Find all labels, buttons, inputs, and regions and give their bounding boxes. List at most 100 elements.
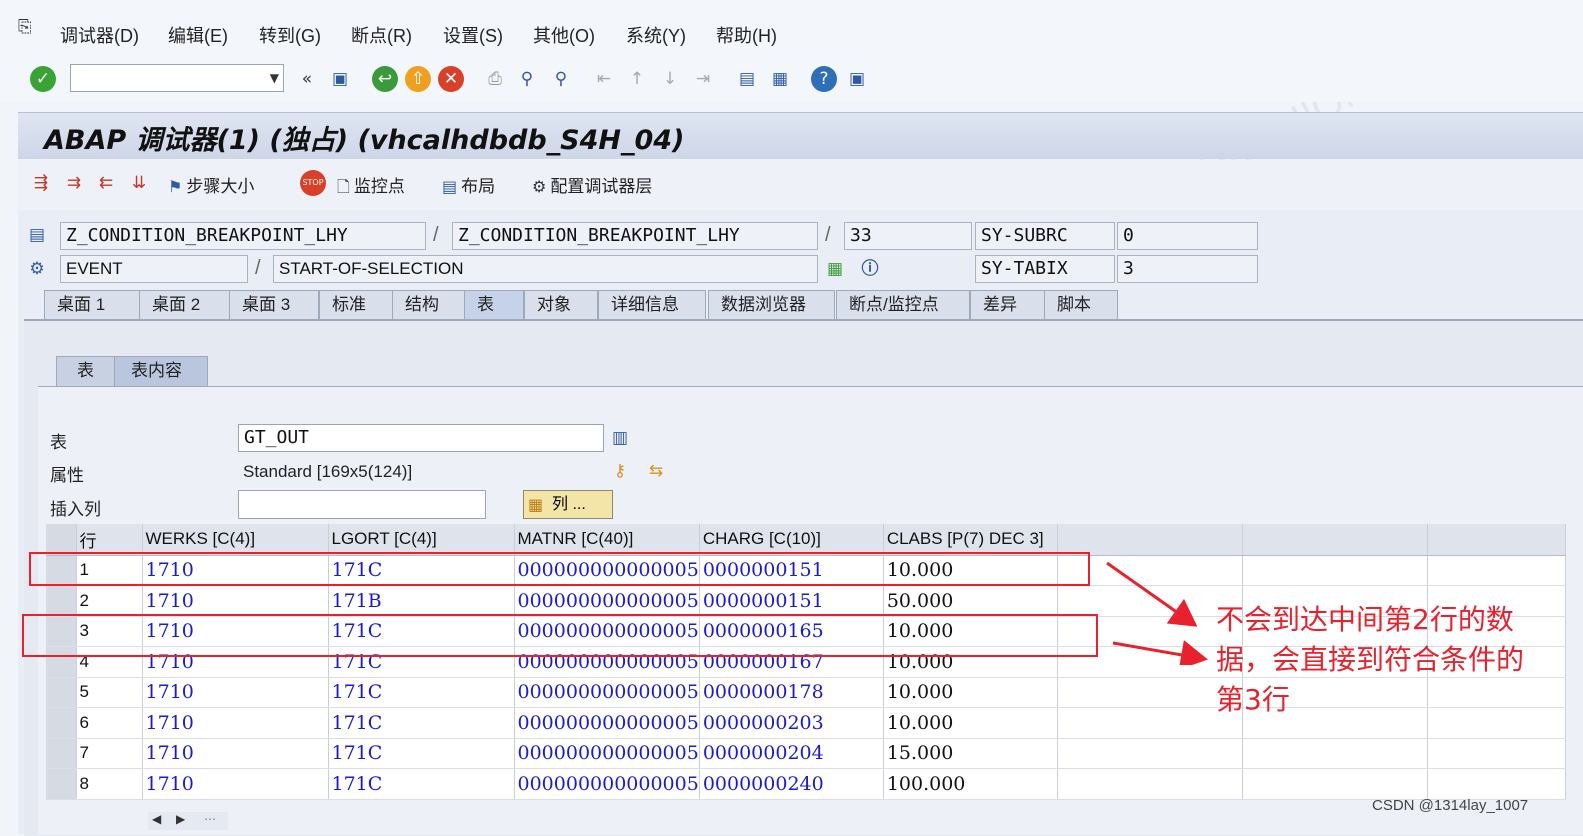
page-first-icon[interactable]: ⇤ — [591, 66, 617, 92]
tab-breakpoints[interactable]: 断点/监控点 — [836, 290, 970, 319]
subtab-table[interactable]: 表 — [56, 356, 116, 386]
menu-system[interactable]: 系统(Y) — [626, 22, 686, 48]
continue-icon[interactable]: ⇊ — [126, 170, 152, 196]
table-row[interactable]: 8 1710 171C 000000000000005 0000000240 1… — [46, 768, 1566, 800]
step-size-button[interactable]: ⚑ 步骤大小 — [168, 172, 254, 196]
scroll-right-icon[interactable]: ▶ — [176, 812, 185, 826]
cell-lgort[interactable]: 171C — [328, 768, 515, 800]
cell-clabs[interactable]: 10.000 — [883, 707, 1058, 739]
source-icon[interactable]: ▦ — [822, 256, 848, 282]
structure-icon[interactable]: ⇆ — [643, 458, 669, 484]
cell-matnr[interactable]: 000000000000005 — [514, 677, 700, 708]
page-prev-icon[interactable]: ↑ — [624, 66, 650, 92]
cell-charg[interactable]: 0000000151 — [699, 585, 884, 617]
find-icon[interactable]: ⚲ — [514, 66, 540, 92]
insert-column-input[interactable] — [238, 490, 486, 519]
menu-goto[interactable]: 转到(G) — [259, 22, 321, 48]
cell-clabs[interactable]: 15.000 — [883, 738, 1058, 769]
columns-button[interactable]: ▦ 列 ... — [523, 490, 613, 519]
find-next-icon[interactable]: ⚲ — [548, 66, 574, 92]
tab-structure[interactable]: 结构 — [392, 290, 467, 319]
row-selector[interactable] — [46, 677, 77, 708]
cell-charg[interactable]: 0000000178 — [699, 677, 884, 708]
info-icon[interactable]: ⓘ — [857, 256, 883, 282]
row-selector[interactable] — [46, 585, 77, 617]
column-header-clabs[interactable]: CLABS [P(7) DEC 3] — [883, 524, 1058, 556]
cell-charg[interactable]: 0000000203 — [699, 707, 884, 739]
tab-desktop-1[interactable]: 桌面 1 — [44, 290, 154, 319]
cell-clabs[interactable]: 50.000 — [883, 585, 1058, 617]
tab-diff[interactable]: 差异 — [970, 290, 1046, 319]
tab-data-browser[interactable]: 数据浏览器 — [708, 290, 835, 319]
menu-icon[interactable]: ⎘ — [18, 18, 38, 36]
nav-back-icon[interactable]: ↩ — [372, 66, 398, 92]
cell-matnr[interactable]: 000000000000005 — [514, 738, 700, 769]
column-header-row-number[interactable]: 行 — [76, 524, 143, 556]
cell-lgort[interactable]: 171B — [328, 585, 515, 617]
cancel-icon[interactable]: ✕ — [438, 66, 464, 92]
table-row[interactable]: 7 1710 171C 000000000000005 0000000204 1… — [46, 738, 1566, 769]
chevron-down-icon[interactable]: ▼ — [270, 71, 279, 85]
table-name-input[interactable]: GT_OUT — [238, 424, 604, 452]
shortcut-icon[interactable]: ▦ — [767, 66, 793, 92]
step-return-icon[interactable]: ⇇ — [93, 170, 119, 196]
tab-table[interactable]: 表 — [464, 290, 524, 319]
cell-matnr[interactable]: 000000000000005 — [514, 768, 700, 800]
menu-breakpoints[interactable]: 断点(R) — [351, 22, 412, 48]
cell-werks[interactable]: 1710 — [142, 738, 329, 769]
column-header-matnr[interactable]: MATNR [C(40)] — [514, 524, 700, 556]
menu-edit[interactable]: 编辑(E) — [168, 22, 228, 48]
cell-werks[interactable]: 1710 — [142, 677, 329, 708]
column-header-charg[interactable]: CHARG [C(10)] — [699, 524, 884, 556]
customize-icon[interactable]: ▣ — [844, 66, 870, 92]
horizontal-scrollbar[interactable]: ◀ ▶ ⋯ — [148, 812, 228, 830]
cell-clabs[interactable]: 10.000 — [883, 677, 1058, 708]
menu-debugger[interactable]: 调试器(D) — [60, 22, 139, 48]
command-field[interactable]: ▼ — [70, 64, 284, 92]
cell-clabs[interactable]: 100.000 — [883, 768, 1058, 800]
cell-lgort[interactable]: 171C — [328, 677, 515, 708]
key-icon[interactable]: ⚷ — [607, 458, 633, 484]
cell-lgort[interactable]: 171C — [328, 707, 515, 739]
tab-standard[interactable]: 标准 — [319, 290, 394, 319]
cell-lgort[interactable]: 171C — [328, 738, 515, 769]
menu-other[interactable]: 其他(O) — [533, 22, 595, 48]
table-view-icon[interactable]: ▥ — [607, 425, 633, 451]
print-icon[interactable]: ⎙ — [482, 66, 508, 92]
cell-matnr[interactable]: 000000000000005 — [514, 585, 700, 617]
help-icon[interactable]: ? — [811, 66, 837, 92]
new-session-icon[interactable]: ▤ — [734, 66, 760, 92]
menu-settings[interactable]: 设置(S) — [443, 22, 503, 48]
configure-layers-button[interactable]: ⚙ 配置调试器层 — [532, 172, 652, 196]
step-into-icon[interactable]: ⇶ — [28, 170, 54, 196]
watchpoint-button[interactable]: 🗋 监控点 — [337, 172, 405, 196]
cell-werks[interactable]: 1710 — [142, 585, 329, 617]
menu-help[interactable]: 帮助(H) — [716, 22, 777, 48]
row-selector[interactable] — [46, 707, 77, 739]
scroll-left-icon[interactable]: ◀ — [152, 812, 161, 826]
column-header-werks[interactable]: WERKS [C(4)] — [142, 524, 329, 556]
layout-button[interactable]: ▤ 布局 — [442, 172, 495, 196]
page-last-icon[interactable]: ⇥ — [690, 66, 716, 92]
nav-exit-icon[interactable]: ⇧ — [405, 66, 431, 92]
row-selector[interactable] — [46, 738, 77, 769]
cell-werks[interactable]: 1710 — [142, 707, 329, 739]
cell-charg[interactable]: 0000000204 — [699, 738, 884, 769]
tab-script[interactable]: 脚本 — [1044, 290, 1118, 319]
cell-matnr[interactable]: 000000000000005 — [514, 707, 700, 739]
back-icon[interactable]: « — [294, 66, 320, 92]
save-icon[interactable]: ▣ — [327, 66, 353, 92]
column-header-lgort[interactable]: LGORT [C(4)] — [328, 524, 515, 556]
cell-charg[interactable]: 0000000240 — [699, 768, 884, 800]
check-icon[interactable]: ✓ — [30, 66, 56, 92]
scroll-handle-icon[interactable]: ⋯ — [204, 812, 216, 826]
tab-details[interactable]: 详细信息 — [598, 290, 706, 319]
tab-desktop-3[interactable]: 桌面 3 — [229, 290, 319, 319]
step-over-icon[interactable]: ⇉ — [61, 170, 87, 196]
row-selector[interactable] — [46, 768, 77, 800]
cell-werks[interactable]: 1710 — [142, 768, 329, 800]
row-selector-header[interactable] — [46, 524, 77, 556]
page-next-icon[interactable]: ↓ — [657, 66, 683, 92]
tab-desktop-2[interactable]: 桌面 2 — [139, 290, 239, 319]
tab-object[interactable]: 对象 — [524, 290, 598, 319]
